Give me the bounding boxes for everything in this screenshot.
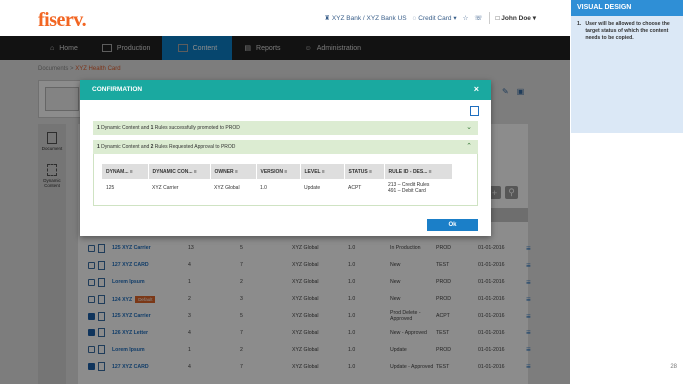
- col-label: DYNAM...: [106, 168, 129, 175]
- col-label: DYNAMIC CON...: [152, 168, 193, 175]
- note-text: User will be allowed to choose the targe…: [585, 21, 670, 41]
- accordion-requested[interactable]: 1 Dynamic Content and 2 Rules Requested …: [93, 140, 478, 154]
- user-name: John Doe: [501, 15, 531, 22]
- product-label: Credit Card: [418, 15, 452, 22]
- top-right-controls: ♜ XYZ Bank / XYZ Bank US ◌ Credit Card ▾…: [324, 12, 536, 24]
- cell-id: 125: [106, 185, 115, 191]
- col-version[interactable]: VERSION ≡: [256, 164, 301, 179]
- cell-level: Update: [304, 185, 321, 191]
- star-icon[interactable]: ☆: [463, 14, 469, 22]
- acc2-text-2: Rules Requested Approval to PROD: [153, 144, 236, 150]
- chevron-down-icon: ⌄: [466, 124, 472, 131]
- cell-version: 1.0: [260, 185, 267, 191]
- note-number: 1.: [577, 21, 582, 27]
- notes-panel: VISUAL DESIGN 1. User will be allowed to…: [571, 0, 683, 384]
- chevron-up-icon: ⌃: [466, 143, 472, 150]
- acc1-text-1: Dynamic Content and: [99, 125, 151, 131]
- details-row: 125 XYZ Carrier XYZ Global 1.0 Update AC…: [102, 179, 452, 197]
- col-label: STATUS: [348, 168, 368, 175]
- details-header-row: DYNAM... ≡ DYNAMIC CON... ≡ OWNER ≡ VERS…: [102, 164, 453, 179]
- cell-name: XYZ Carrier: [152, 185, 179, 191]
- notes-title: VISUAL DESIGN: [571, 0, 683, 16]
- logo: fiserv.: [38, 9, 87, 31]
- app-window: fiserv. ♜ XYZ Bank / XYZ Bank US ◌ Credi…: [0, 0, 570, 384]
- ok-button[interactable]: Ok: [427, 219, 478, 231]
- rule-2: 491 – Debit Card: [388, 188, 426, 194]
- close-icon[interactable]: ×: [474, 84, 479, 94]
- col-label: LEVEL: [304, 168, 321, 175]
- dialog-header: CONFIRMATION ×: [80, 80, 491, 100]
- col-label: OWNER: [214, 168, 234, 175]
- cell-status: ACPT: [348, 185, 362, 191]
- requested-details: DYNAM... ≡ DYNAMIC CON... ≡ OWNER ≡ VERS…: [93, 154, 478, 206]
- col-rule-id[interactable]: RULE ID - DES... ≡: [384, 164, 453, 179]
- bank-label: XYZ Bank / XYZ Bank US: [331, 15, 407, 22]
- divider: [488, 12, 490, 24]
- col-dynamic-id[interactable]: DYNAM... ≡: [102, 164, 149, 179]
- accordion-promoted[interactable]: 1 Dynamic Content and 1 Rules successful…: [93, 121, 478, 135]
- user-menu[interactable]: □ John Doe ▾: [496, 14, 536, 22]
- page-number: 28: [670, 364, 677, 370]
- cell-owner: XYZ Global: [214, 185, 240, 191]
- col-dynamic-content[interactable]: DYNAMIC CON... ≡: [148, 164, 211, 179]
- details-table: DYNAM... ≡ DYNAMIC CON... ≡ OWNER ≡ VERS…: [102, 164, 453, 197]
- col-status[interactable]: STATUS ≡: [344, 164, 385, 179]
- col-label: RULE ID - DES...: [388, 168, 428, 175]
- acc1-text-2: Rules successfully promoted to PROD: [153, 125, 240, 131]
- slide: fiserv. ♜ XYZ Bank / XYZ Bank US ◌ Credi…: [0, 0, 683, 384]
- col-level[interactable]: LEVEL ≡: [300, 164, 345, 179]
- export-icon[interactable]: [470, 106, 479, 116]
- notes-body: 1. User will be allowed to choose the ta…: [571, 16, 683, 133]
- product-selector[interactable]: ◌ Credit Card ▾: [413, 14, 457, 22]
- acc2-text-1: Dynamic Content and: [99, 144, 151, 150]
- bank-selector[interactable]: ♜ XYZ Bank / XYZ Bank US: [324, 14, 406, 22]
- dialog-title: CONFIRMATION: [92, 86, 143, 93]
- top-bar: fiserv. ♜ XYZ Bank / XYZ Bank US ◌ Credi…: [0, 0, 570, 36]
- bell-icon[interactable]: ☏: [474, 14, 482, 22]
- col-label: VERSION: [260, 168, 284, 175]
- col-owner[interactable]: OWNER ≡: [210, 164, 257, 179]
- cell-rules: 213 – Credit Rules 491 – Debit Card: [384, 179, 452, 197]
